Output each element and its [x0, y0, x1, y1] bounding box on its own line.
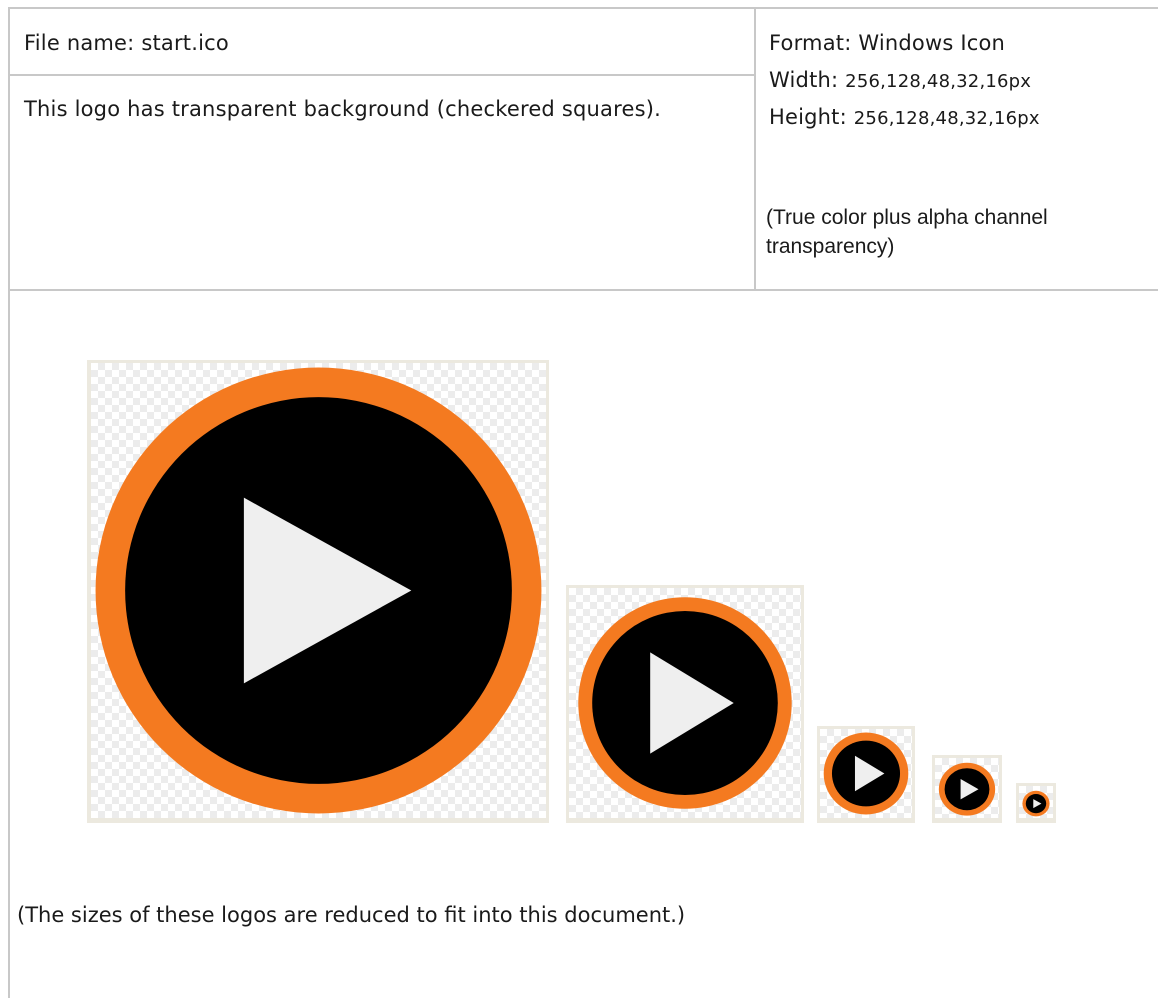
play-icon — [578, 597, 792, 809]
height-label: Height: — [769, 105, 854, 129]
play-icon — [938, 762, 996, 816]
color-depth-note: (True color plus alpha channel transpare… — [766, 206, 1048, 258]
width-row: Width: 256,128,48,32,16px — [769, 66, 1031, 96]
icon-preview-32 — [932, 755, 1002, 823]
icon-preview-16 — [1016, 783, 1056, 823]
height-row: Height: 256,128,48,32,16px — [769, 103, 1040, 133]
play-icon — [95, 367, 542, 814]
table-border-top — [8, 7, 1158, 9]
icon-preview-48 — [817, 726, 915, 823]
play-icon — [1022, 790, 1050, 817]
document-page: File name: start.ico This logo has trans… — [0, 0, 1158, 998]
table-divider-horizontal — [8, 74, 754, 76]
play-icon — [823, 732, 909, 815]
file-name-label: File name: start.ico — [24, 31, 229, 55]
width-label: Width: — [769, 68, 846, 92]
table-divider-vertical — [754, 7, 756, 291]
size-reduction-note: (The sizes of these logos are reduced to… — [17, 903, 686, 927]
width-value: 256,128,48,32,16px — [845, 71, 1032, 92]
format-label: Format: Windows Icon — [769, 31, 1006, 55]
transparency-description: This logo has transparent background (ch… — [24, 97, 661, 121]
table-border-bottom — [8, 289, 1158, 291]
height-value: 256,128,48,32,16px — [853, 108, 1040, 129]
icon-preview-256 — [87, 360, 549, 823]
icon-preview-128 — [566, 585, 804, 823]
table-border-left — [8, 7, 10, 998]
